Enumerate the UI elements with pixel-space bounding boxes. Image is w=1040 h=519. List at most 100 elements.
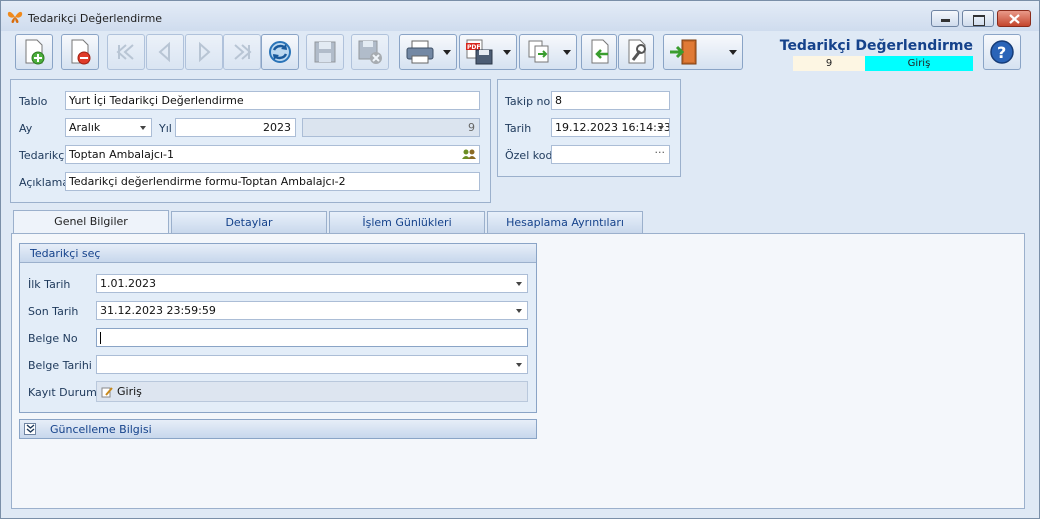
tarih-field[interactable]: 19.12.2023 16:14:33 [551,118,670,137]
exit-icon [670,39,697,65]
save-close-icon [358,40,382,64]
previous-record-icon [158,41,170,63]
previous-record-button[interactable] [146,34,184,70]
aciklama-field[interactable]: Tedarikçi değerlendirme formu-Toptan Amb… [65,172,480,191]
chevron-down-icon [516,309,522,313]
exit-button[interactable] [663,34,743,70]
application-window: Tedarikçi Değerlendirme PDF Tedarikçi De… [0,0,1040,519]
chevron-down-icon [516,363,522,367]
copy-icon [528,40,549,63]
ay-select-value: Aralık [69,121,101,134]
son-tarih-label: Son Tarih [28,305,79,318]
exit-dropdown-icon [729,50,737,55]
period-field: 9 [302,118,480,137]
close-button[interactable] [997,10,1031,27]
belge-no-field[interactable] [96,328,528,347]
settings-button[interactable] [618,34,654,70]
first-record-icon [116,44,134,60]
guncelleme-bilgisi-label: Güncelleme Bilgisi [50,423,152,436]
guncelleme-bilgisi-group[interactable]: Güncelleme Bilgisi [19,419,537,439]
new-record-button[interactable] [15,34,53,70]
kayit-durumu-value: Giriş [117,385,142,398]
ay-select[interactable]: Aralık [65,118,152,137]
ellipsis-icon[interactable]: ··· [655,146,666,161]
kayit-durumu-label: Kayıt Durumu [28,386,104,399]
maximize-icon [973,15,985,26]
chevron-down-icon [516,282,522,286]
group-header: Tedarikçi seç [20,244,536,263]
new-record-icon [25,39,45,65]
help-icon: ? [990,40,1014,64]
edit-icon [101,387,113,398]
minimize-button[interactable] [931,10,959,27]
ozel-kod-field[interactable]: ··· [551,145,670,164]
print-button[interactable] [399,34,457,70]
print-icon [406,40,434,64]
delete-record-button[interactable] [61,34,99,70]
butterfly-icon [7,11,23,23]
chevron-down-icon [140,126,146,130]
son-tarih-field[interactable]: 31.12.2023 23:59:59 [96,301,528,320]
kayit-durumu-field: Giriş [96,381,528,402]
pdf-export-icon: PDF [466,39,493,65]
yil-field[interactable]: 2023 [175,118,296,137]
yil-label: Yıl [159,122,172,135]
first-record-button[interactable] [107,34,145,70]
ilk-tarih-label: İlk Tarih [28,278,71,291]
last-record-icon [234,44,252,60]
chevron-down-icon [658,126,664,130]
delete-record-icon [71,39,91,65]
title-bar: Tedarikçi Değerlendirme [1,1,1039,31]
print-dropdown-icon [443,50,451,55]
pdf-export-button[interactable]: PDF [459,34,517,70]
aciklama-label: Açıklama [19,176,70,189]
refresh-icon [269,41,291,63]
tarih-field-value: 19.12.2023 16:14:33 [555,121,670,134]
save-close-button[interactable] [351,34,389,70]
takip-label: Takip no [505,95,551,108]
text-cursor [100,332,101,344]
minimize-icon [941,19,950,22]
tarih-label: Tarih [505,122,532,135]
settings-icon [628,39,646,64]
next-record-button[interactable] [185,34,223,70]
header-title: Tedarikçi Değerlendirme [779,38,973,54]
ozel-kod-label: Özel kod [505,149,553,162]
save-icon [314,41,336,63]
copy-button[interactable] [519,34,577,70]
help-button[interactable]: ? [983,34,1021,70]
save-button[interactable] [306,34,344,70]
tedarikci-field-value: Toptan Ambalajcı-1 [69,148,174,161]
belge-tarihi-field[interactable] [96,355,528,374]
tedarikci-field[interactable]: Toptan Ambalajcı-1 [65,145,480,164]
header-status-badge: Giriş [865,56,973,71]
tedarikci-label: Tedarikçi [19,149,68,162]
ilk-tarih-value: 1.01.2023 [100,277,156,290]
tablo-field[interactable]: Yurt İçi Tedarikçi Değerlendirme [65,91,480,110]
window-title: Tedarikçi Değerlendirme [28,12,163,25]
maximize-button[interactable] [962,10,994,27]
tab-hesaplama-ayrintilari[interactable]: Hesaplama Ayrıntıları [487,211,643,233]
refresh-button[interactable] [261,34,299,70]
import-button[interactable] [581,34,617,70]
belge-tarihi-label: Belge Tarihi [28,359,92,372]
header-record-number: 9 [793,56,865,71]
tab-islem-gunlukleri[interactable]: İşlem Günlükleri [329,211,485,233]
belge-no-label: Belge No [28,332,78,345]
ay-label: Ay [19,122,33,135]
last-record-button[interactable] [223,34,261,70]
import-icon [591,39,609,64]
close-icon [1009,14,1020,24]
son-tarih-value: 31.12.2023 23:59:59 [100,304,216,317]
tab-detaylar[interactable]: Detaylar [171,211,327,233]
takip-field[interactable]: 8 [551,91,670,110]
tablo-label: Tablo [19,95,48,108]
contacts-icon[interactable] [462,148,476,160]
copy-dropdown-icon [563,50,571,55]
ilk-tarih-field[interactable]: 1.01.2023 [96,274,528,293]
expand-icon[interactable] [24,423,36,435]
tab-genel-bilgiler[interactable]: Genel Bilgiler [13,210,169,234]
svg-text:?: ? [997,43,1006,62]
next-record-icon [199,41,211,63]
pdf-dropdown-icon [503,50,511,55]
